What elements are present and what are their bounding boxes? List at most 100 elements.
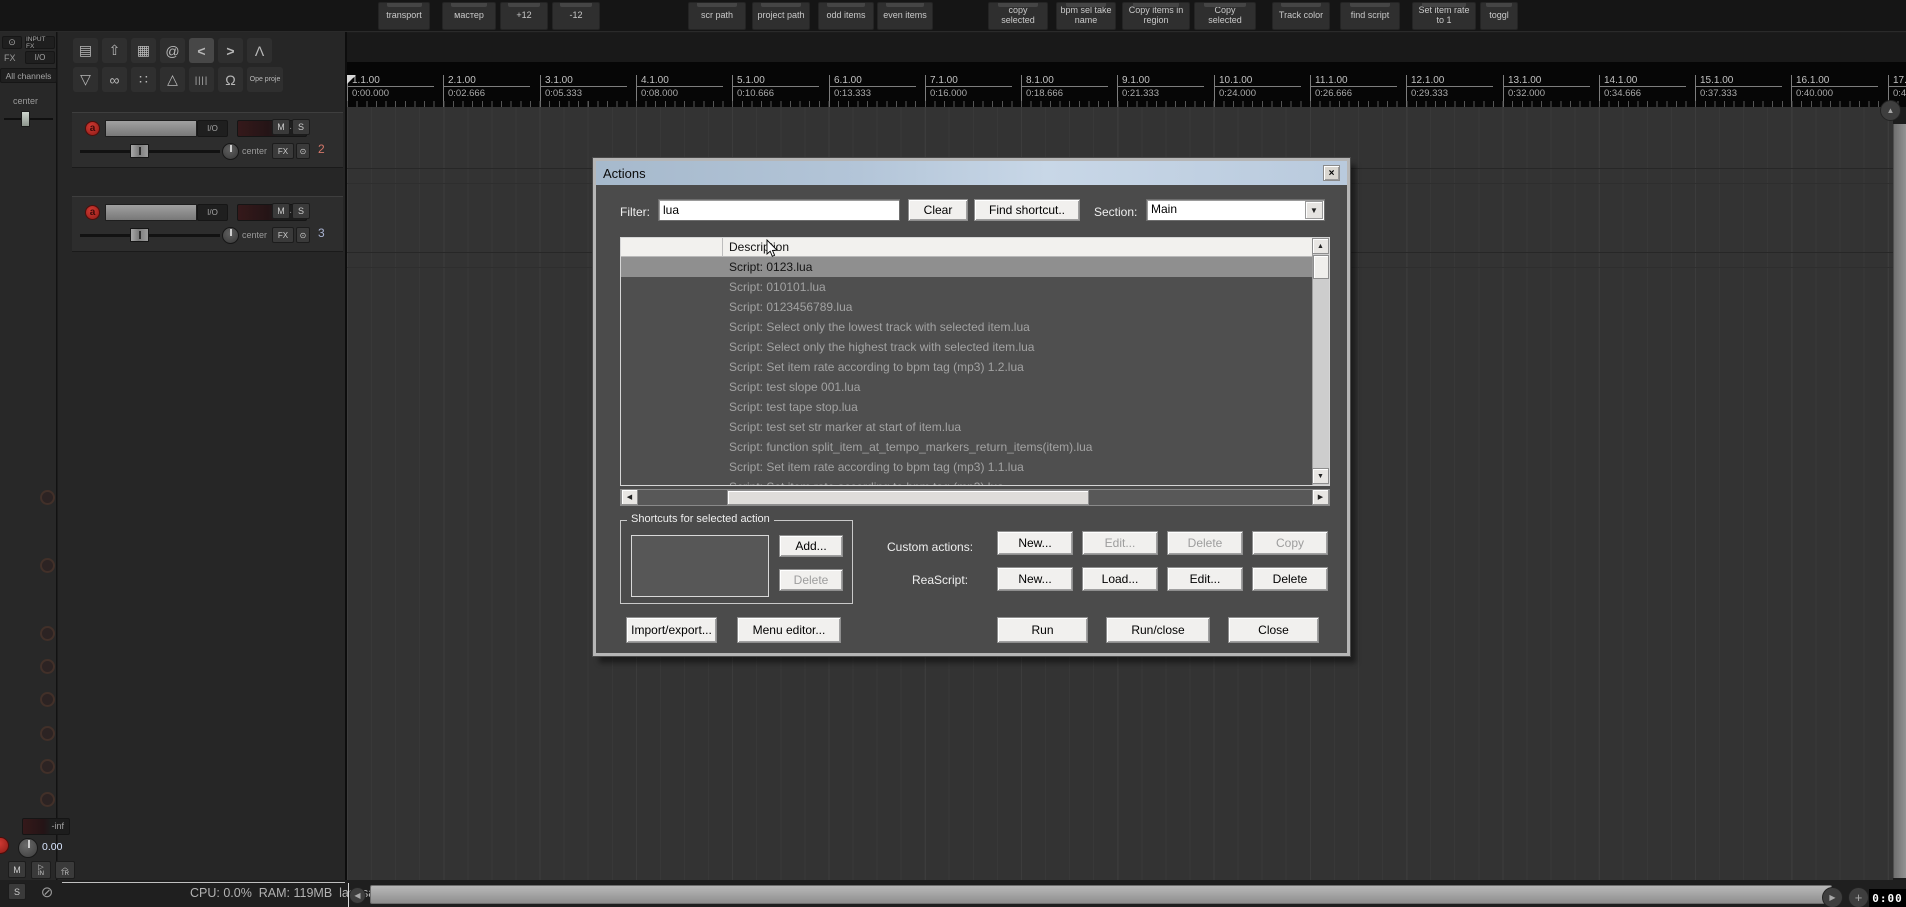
dialog-titlebar[interactable]: Actions (596, 161, 1347, 185)
fx-label[interactable]: FX (4, 53, 16, 63)
add-circle-icon[interactable]: + (1848, 887, 1869, 907)
toolbar-button[interactable]: Set item rate to 1 (1412, 2, 1476, 30)
no-fx-icon[interactable]: ⊘ (38, 884, 56, 902)
action-row[interactable]: Script: 0123456789.lua (621, 297, 1312, 317)
find-shortcut-button[interactable]: Find shortcut.. (974, 199, 1080, 221)
action-row[interactable]: Script: Set item rate according to bpm t… (621, 477, 1312, 485)
delete-shortcut-button[interactable]: Delete (779, 569, 843, 591)
link-icon[interactable]: ∞ (102, 67, 127, 92)
vscroll-thumb[interactable] (1313, 255, 1329, 279)
toolbar-button[interactable]: +12 (500, 2, 548, 30)
menu-editor-button[interactable]: Menu editor... (737, 617, 841, 643)
action-row[interactable]: Script: test slope 001.lua (621, 377, 1312, 397)
custom-new-button[interactable]: New... (997, 531, 1073, 555)
scroll-left-icon[interactable]: ◀ (349, 887, 366, 904)
track-name-field[interactable] (105, 120, 197, 137)
master-solo-button[interactable]: S (8, 883, 26, 900)
open-project-button[interactable]: Ope proje (247, 67, 283, 92)
vertical-scrollbar[interactable] (1893, 124, 1906, 878)
solo-button[interactable]: S (292, 203, 310, 219)
master-pan-handle[interactable] (21, 111, 30, 127)
section-dropdown[interactable]: Main ▼ (1146, 199, 1325, 221)
input-fx-button[interactable]: INPUT FX (25, 36, 55, 50)
clear-button[interactable]: Clear (908, 199, 968, 221)
pan-knob[interactable] (222, 143, 239, 160)
reascript-delete-button[interactable]: Delete (1252, 567, 1328, 591)
action-row[interactable]: Script: Select only the lowest track wit… (621, 317, 1312, 337)
description-column-header[interactable]: Description (729, 240, 789, 254)
io-button[interactable]: I/O (197, 204, 228, 221)
attach-icon[interactable]: @ (160, 38, 185, 63)
metronome-icon[interactable]: Λ (247, 38, 272, 63)
record-arm-button[interactable]: a (85, 205, 100, 220)
import-export-button[interactable]: Import/export... (626, 617, 717, 643)
reascript-load-button[interactable]: Load... (1082, 567, 1158, 591)
action-list[interactable]: Description Script: 0123.lua Script: 0101… (620, 237, 1330, 486)
envelope-icon[interactable]: △ (160, 67, 185, 92)
close-icon[interactable]: × (1323, 165, 1340, 181)
track-name-field[interactable] (105, 204, 197, 221)
undo-icon[interactable]: < (189, 38, 214, 63)
action-row[interactable]: Script: test tape stop.lua (621, 397, 1312, 417)
power-icon[interactable]: ⊙ (2, 36, 22, 49)
toolbar-button[interactable]: Copy selected (1194, 2, 1256, 30)
save-project-icon[interactable]: ▦ (131, 38, 156, 63)
solo-button[interactable]: S (292, 119, 310, 135)
mute-button[interactable]: M (272, 203, 290, 219)
run-close-button[interactable]: Run/close (1106, 617, 1210, 643)
close-button[interactable]: Close (1228, 617, 1319, 643)
add-shortcut-button[interactable]: Add... (779, 535, 843, 557)
input-monitor-button[interactable]: ▷ IN (31, 861, 51, 879)
mute-button[interactable]: M (272, 119, 290, 135)
reascript-new-button[interactable]: New... (997, 567, 1073, 591)
transport-time-display[interactable]: 0:00 (1869, 889, 1906, 907)
toolbar-button[interactable]: even items (877, 2, 933, 30)
timeline-ruler[interactable]: 1.1.00 0:00.000 2.1.00 0:02.666 3.1.00 0… (347, 62, 1906, 107)
chevron-down-icon[interactable]: ▼ (1305, 201, 1323, 219)
custom-delete-button[interactable]: Delete (1167, 531, 1243, 555)
reascript-edit-button[interactable]: Edit... (1167, 567, 1243, 591)
redo-icon[interactable]: > (218, 38, 243, 63)
scroll-down-icon[interactable]: ▼ (1312, 468, 1329, 484)
loop-icon[interactable]: Ω (218, 67, 243, 92)
action-list-header[interactable]: Description (621, 238, 1312, 257)
fx-button[interactable]: FX (272, 143, 294, 159)
run-button[interactable]: Run (997, 617, 1088, 643)
volume-fader[interactable] (80, 234, 220, 237)
new-project-icon[interactable]: ▤ (73, 38, 98, 63)
shortcut-list[interactable] (631, 535, 769, 597)
list-horizontal-scrollbar[interactable]: ◀ ▶ (620, 489, 1330, 506)
action-row[interactable]: Script: Set item rate according to bpm t… (621, 457, 1312, 477)
shortcut-column-header[interactable] (621, 238, 723, 257)
filter-input[interactable] (658, 199, 900, 221)
action-row[interactable]: Script: 010101.lua (621, 277, 1312, 297)
custom-edit-button[interactable]: Edit... (1082, 531, 1158, 555)
custom-copy-button[interactable]: Copy (1252, 531, 1328, 555)
play-circle-icon[interactable]: ▶ (1822, 887, 1843, 907)
volume-fader-handle[interactable] (130, 228, 149, 242)
pan-knob[interactable] (222, 227, 239, 244)
grid-icon[interactable]: ∷ (131, 67, 156, 92)
action-row[interactable]: Script: Set item rate according to bpm t… (621, 357, 1312, 377)
toolbar-button[interactable]: transport (378, 2, 430, 30)
horizontal-scrollbar[interactable] (370, 885, 1832, 904)
open-project-icon[interactable]: ⇧ (102, 38, 127, 63)
action-row[interactable]: Script: Select only the highest track wi… (621, 337, 1312, 357)
scroll-left-icon[interactable]: ◀ (621, 489, 638, 505)
toolbar-button[interactable]: odd items (818, 2, 874, 30)
scroll-right-icon[interactable]: ▶ (1312, 489, 1329, 505)
master-pan-knob[interactable] (18, 838, 38, 858)
fx-power-icon[interactable]: ⊙ (296, 227, 310, 243)
toolbar-button[interactable]: scr path (688, 2, 746, 30)
scroll-up-icon[interactable]: ▲ (1880, 100, 1901, 121)
scroll-up-icon[interactable]: ▲ (1312, 238, 1329, 254)
grid-lines-icon[interactable]: |||| (189, 67, 214, 92)
record-arm-button[interactable]: a (85, 121, 100, 136)
action-row[interactable]: Script: 0123.lua (621, 257, 1312, 277)
master-volume-display[interactable]: -inf (22, 818, 70, 835)
toolbar-button[interactable]: Copy items in region (1122, 2, 1190, 30)
toolbar-button[interactable]: copy selected (988, 2, 1048, 30)
toolbar-button[interactable]: find script (1340, 2, 1400, 30)
track-freeze-button[interactable]: ︿ TR (55, 861, 75, 879)
fx-button[interactable]: FX (272, 227, 294, 243)
